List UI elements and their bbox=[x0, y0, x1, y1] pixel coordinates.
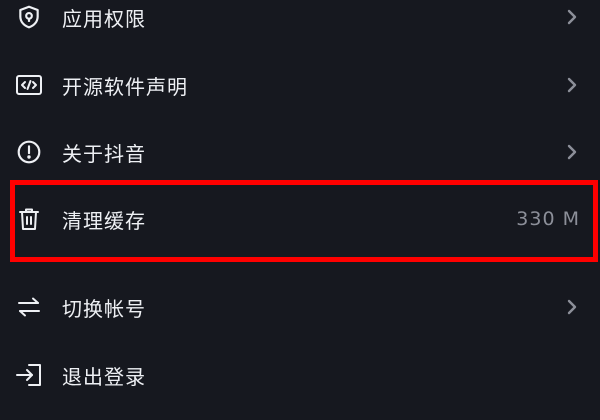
settings-item-about[interactable]: 关于抖音 bbox=[0, 124, 600, 180]
info-icon bbox=[14, 137, 44, 167]
settings-item-switch-account[interactable]: 切换帐号 bbox=[0, 279, 600, 335]
swap-icon bbox=[14, 292, 44, 322]
settings-item-label: 关于抖音 bbox=[62, 141, 146, 166]
cache-size-value: 330 M bbox=[516, 208, 580, 230]
settings-item-logout[interactable]: 退出登录 bbox=[0, 347, 600, 403]
chevron-right-icon bbox=[564, 75, 580, 95]
code-icon bbox=[14, 70, 44, 100]
settings-item-label: 退出登录 bbox=[62, 364, 146, 389]
settings-screen: 应用权限 开源软件声明 关于抖音 清理缓存 330 M 切换帐号 退出登录 bbox=[0, 0, 600, 420]
settings-item-label: 清理缓存 bbox=[62, 208, 146, 233]
chevron-right-icon bbox=[564, 142, 580, 162]
shield-icon bbox=[14, 2, 44, 32]
chevron-right-icon bbox=[564, 7, 580, 27]
settings-item-open-source-notice[interactable]: 开源软件声明 bbox=[0, 57, 600, 113]
settings-item-label: 切换帐号 bbox=[62, 296, 146, 321]
settings-item-clear-cache[interactable]: 清理缓存 330 M bbox=[0, 191, 600, 247]
chevron-right-icon bbox=[564, 297, 580, 317]
settings-item-label: 开源软件声明 bbox=[62, 74, 188, 99]
settings-item-app-permissions[interactable]: 应用权限 bbox=[0, 0, 600, 45]
trash-icon bbox=[14, 204, 44, 234]
logout-icon bbox=[14, 360, 44, 390]
settings-item-label: 应用权限 bbox=[62, 6, 146, 31]
